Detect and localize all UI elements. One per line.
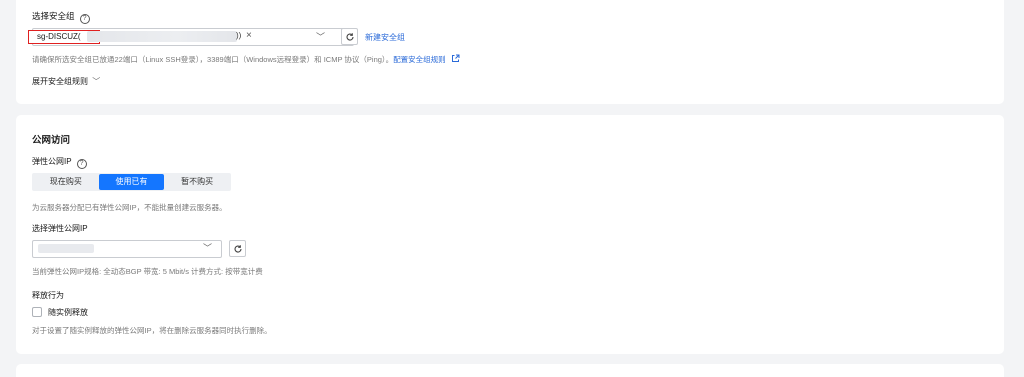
security-group-label: 选择安全组? — [32, 10, 90, 24]
refresh-security-groups-button[interactable] — [341, 28, 358, 45]
eip-spec: 当前弹性公网IP规格: 全动态BGP 带宽: 5 Mbit/s 计费方式: 按带… — [32, 267, 263, 276]
eip-label: 弹性公网IP? — [32, 156, 87, 169]
help-icon[interactable]: ? — [79, 14, 90, 24]
option-not-buy[interactable]: 暂不购买 — [164, 174, 230, 190]
public-access-card — [16, 115, 1004, 354]
release-with-instance-checkbox[interactable] — [32, 307, 42, 317]
release-checkbox-label[interactable]: 随实例释放 — [48, 307, 88, 318]
configure-rules-link[interactable]: 配置安全组规则 — [393, 55, 446, 64]
select-eip-label: 选择弹性公网IP — [32, 224, 88, 233]
option-buy-now[interactable]: 现在购买 — [33, 174, 99, 190]
refresh-eip-button[interactable] — [229, 240, 246, 257]
refresh-icon — [233, 244, 242, 253]
redacted-security-group-id — [87, 31, 237, 42]
chevron-down-icon: ﹀ — [316, 32, 326, 42]
chevron-down-icon: ﹀ — [203, 243, 213, 253]
option-use-existing[interactable]: 使用已有 — [98, 174, 165, 190]
eip-hint: 为云服务器分配已有弹性公网IP，不能批量创建云服务器。 — [32, 203, 227, 212]
redacted-eip-value — [38, 244, 94, 253]
release-note: 对于设置了随实例释放的弹性公网IP，将在删除云服务器同时执行删除。 — [32, 326, 272, 335]
expand-rules-toggle[interactable]: 展开安全组规则 ﹀ — [32, 76, 100, 87]
next-section-card — [16, 364, 1004, 377]
clear-icon[interactable]: × — [246, 30, 252, 41]
selected-tag-tail: )) — [236, 31, 242, 40]
external-link-icon[interactable] — [451, 54, 460, 63]
chevron-down-icon: ﹀ — [92, 77, 101, 86]
refresh-icon — [345, 32, 354, 41]
eip-purchase-segmented-control: 现在购买 使用已有 暂不购买 — [32, 173, 231, 191]
section-title: 公网访问 — [32, 135, 71, 146]
security-group-card — [16, 0, 1004, 104]
create-security-group-link[interactable]: 新建安全组 — [365, 32, 405, 43]
release-behavior-label: 释放行为 — [32, 291, 64, 300]
help-icon[interactable]: ? — [76, 159, 87, 169]
security-group-note: 请确保所选安全组已放通22端口（Linux SSH登录），3389端口（Wind… — [32, 54, 460, 65]
